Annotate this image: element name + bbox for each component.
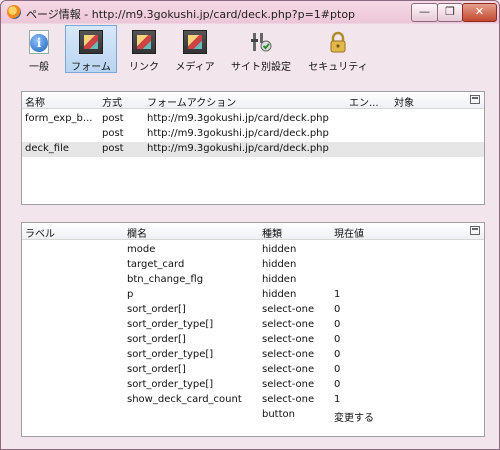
field-type: select-one <box>262 349 315 360</box>
col-value[interactable]: 現在値 <box>334 225 364 240</box>
table-row[interactable]: post http://m9.3gokushi.jp/card/deck.php <box>22 127 484 142</box>
tab-general[interactable]: i 一般 <box>15 25 63 73</box>
table-row[interactable]: show_deck_card_count select-one 1 <box>22 393 484 408</box>
form-icon <box>79 30 103 54</box>
tab-permissions-label: サイト別設定 <box>231 62 291 73</box>
page-info-toolbar: i 一般 フォーム リンク メディア サイト別設定 セキュリティ <box>11 25 491 75</box>
field-name: sort_order[] <box>127 364 186 375</box>
table-row[interactable]: target_card hidden <box>22 258 484 273</box>
minimize-button[interactable]: — <box>411 3 438 22</box>
field-type: hidden <box>262 289 297 300</box>
permissions-icon <box>249 30 273 54</box>
forms-table-header: 名称 方式 フォームアクション エン... 対象 <box>22 92 484 109</box>
table-row[interactable]: sort_order_type[] select-one 0 <box>22 378 484 393</box>
field-type: select-one <box>262 319 315 330</box>
title-bar[interactable]: ページ情報 - http://m9.3gokushi.jp/card/deck.… <box>1 1 499 24</box>
maximize-button[interactable]: ❐ <box>437 3 463 22</box>
field-name: sort_order_type[] <box>127 349 214 360</box>
field-type: hidden <box>262 259 297 270</box>
col-target[interactable]: 対象 <box>394 94 414 109</box>
col-action[interactable]: フォームアクション <box>147 94 236 109</box>
tab-security-label: セキュリティ <box>308 62 368 73</box>
tab-media[interactable]: メディア <box>169 25 221 73</box>
table-row[interactable]: sort_order[] select-one 0 <box>22 303 484 318</box>
table-row[interactable]: form_exp_b... post http://m9.3gokushi.jp… <box>22 112 484 127</box>
table-row[interactable]: sort_order[] select-one 0 <box>22 333 484 348</box>
field-value: 0 <box>334 364 341 375</box>
field-type: hidden <box>262 244 297 255</box>
field-name: target_card <box>127 259 185 270</box>
col-name[interactable]: 名称 <box>25 94 45 109</box>
forms-table[interactable]: 名称 方式 フォームアクション エン... 対象 form_exp_b... p… <box>21 91 485 205</box>
col-field-name[interactable]: 欄名 <box>127 225 147 240</box>
media-icon <box>183 30 207 54</box>
field-name: sort_order_type[] <box>127 379 214 390</box>
field-type: select-one <box>262 364 315 375</box>
tab-media-label: メディア <box>175 62 215 73</box>
page-info-window: ページ情報 - http://m9.3gokushi.jp/card/deck.… <box>0 0 500 450</box>
form-method: post <box>102 128 124 139</box>
tab-permissions[interactable]: サイト別設定 <box>225 25 297 73</box>
field-value: 0 <box>334 319 341 330</box>
field-type: select-one <box>262 304 315 315</box>
field-type: select-one <box>262 394 315 405</box>
table-row[interactable]: mode hidden <box>22 243 484 258</box>
field-type: select-one <box>262 379 315 390</box>
form-name: form_exp_b... <box>25 113 93 124</box>
form-method: post <box>102 143 124 154</box>
field-name: sort_order[] <box>127 304 186 315</box>
field-name: show_deck_card_count <box>127 394 242 405</box>
field-name: p <box>127 289 134 300</box>
info-icon: i <box>30 34 48 52</box>
col-label[interactable]: ラベル <box>25 225 55 240</box>
firefox-icon <box>7 5 21 19</box>
field-value: 1 <box>334 394 341 405</box>
col-type[interactable]: 種類 <box>262 225 282 240</box>
tab-links[interactable]: リンク <box>121 25 167 73</box>
column-picker-icon[interactable] <box>470 226 480 235</box>
field-type: button <box>262 409 295 420</box>
field-value: 0 <box>334 304 341 315</box>
tab-security[interactable]: セキュリティ <box>303 25 373 73</box>
form-name: deck_file <box>25 143 70 154</box>
link-icon <box>132 30 156 54</box>
tab-forms[interactable]: フォーム <box>65 25 117 73</box>
field-value: 0 <box>334 334 341 345</box>
tab-links-label: リンク <box>129 62 159 73</box>
field-name: btn_change_flg <box>127 274 204 285</box>
form-action: http://m9.3gokushi.jp/card/deck.php <box>147 143 329 154</box>
table-row[interactable]: sort_order[] select-one 0 <box>22 363 484 378</box>
window-title: ページ情報 - http://m9.3gokushi.jp/card/deck.… <box>26 8 356 21</box>
form-method: post <box>102 113 124 124</box>
form-fields-table[interactable]: ラベル 欄名 種類 現在値 mode hidden target_card hidde… <box>21 222 485 437</box>
field-name: sort_order[] <box>127 334 186 345</box>
field-type: hidden <box>262 274 297 285</box>
tab-general-label: 一般 <box>29 62 49 73</box>
col-encoding[interactable]: エン... <box>349 94 379 109</box>
field-name: mode <box>127 244 156 255</box>
table-row[interactable]: sort_order_type[] select-one 0 <box>22 348 484 363</box>
table-row[interactable]: sort_order_type[] select-one 0 <box>22 318 484 333</box>
field-name: sort_order_type[] <box>127 319 214 330</box>
table-row[interactable]: p hidden 1 <box>22 288 484 303</box>
table-row[interactable]: btn_change_flg hidden <box>22 273 484 288</box>
col-method[interactable]: 方式 <box>102 94 122 109</box>
lock-icon <box>326 30 350 54</box>
form-action: http://m9.3gokushi.jp/card/deck.php <box>147 113 329 124</box>
table-row[interactable]: deck_file post http://m9.3gokushi.jp/car… <box>22 142 484 157</box>
field-type: select-one <box>262 334 315 345</box>
field-value: 1 <box>334 289 341 300</box>
column-picker-icon[interactable] <box>470 95 480 104</box>
splitter[interactable] <box>11 209 491 217</box>
tab-forms-label: フォーム <box>71 62 111 73</box>
field-value: 0 <box>334 379 341 390</box>
form-action: http://m9.3gokushi.jp/card/deck.php <box>147 128 329 139</box>
field-value: 0 <box>334 349 341 360</box>
field-value: 変更する <box>334 413 374 424</box>
table-row[interactable]: button 変更する <box>22 408 484 424</box>
close-button[interactable]: ✕ <box>462 3 497 22</box>
fields-table-header: ラベル 欄名 種類 現在値 <box>22 223 484 240</box>
